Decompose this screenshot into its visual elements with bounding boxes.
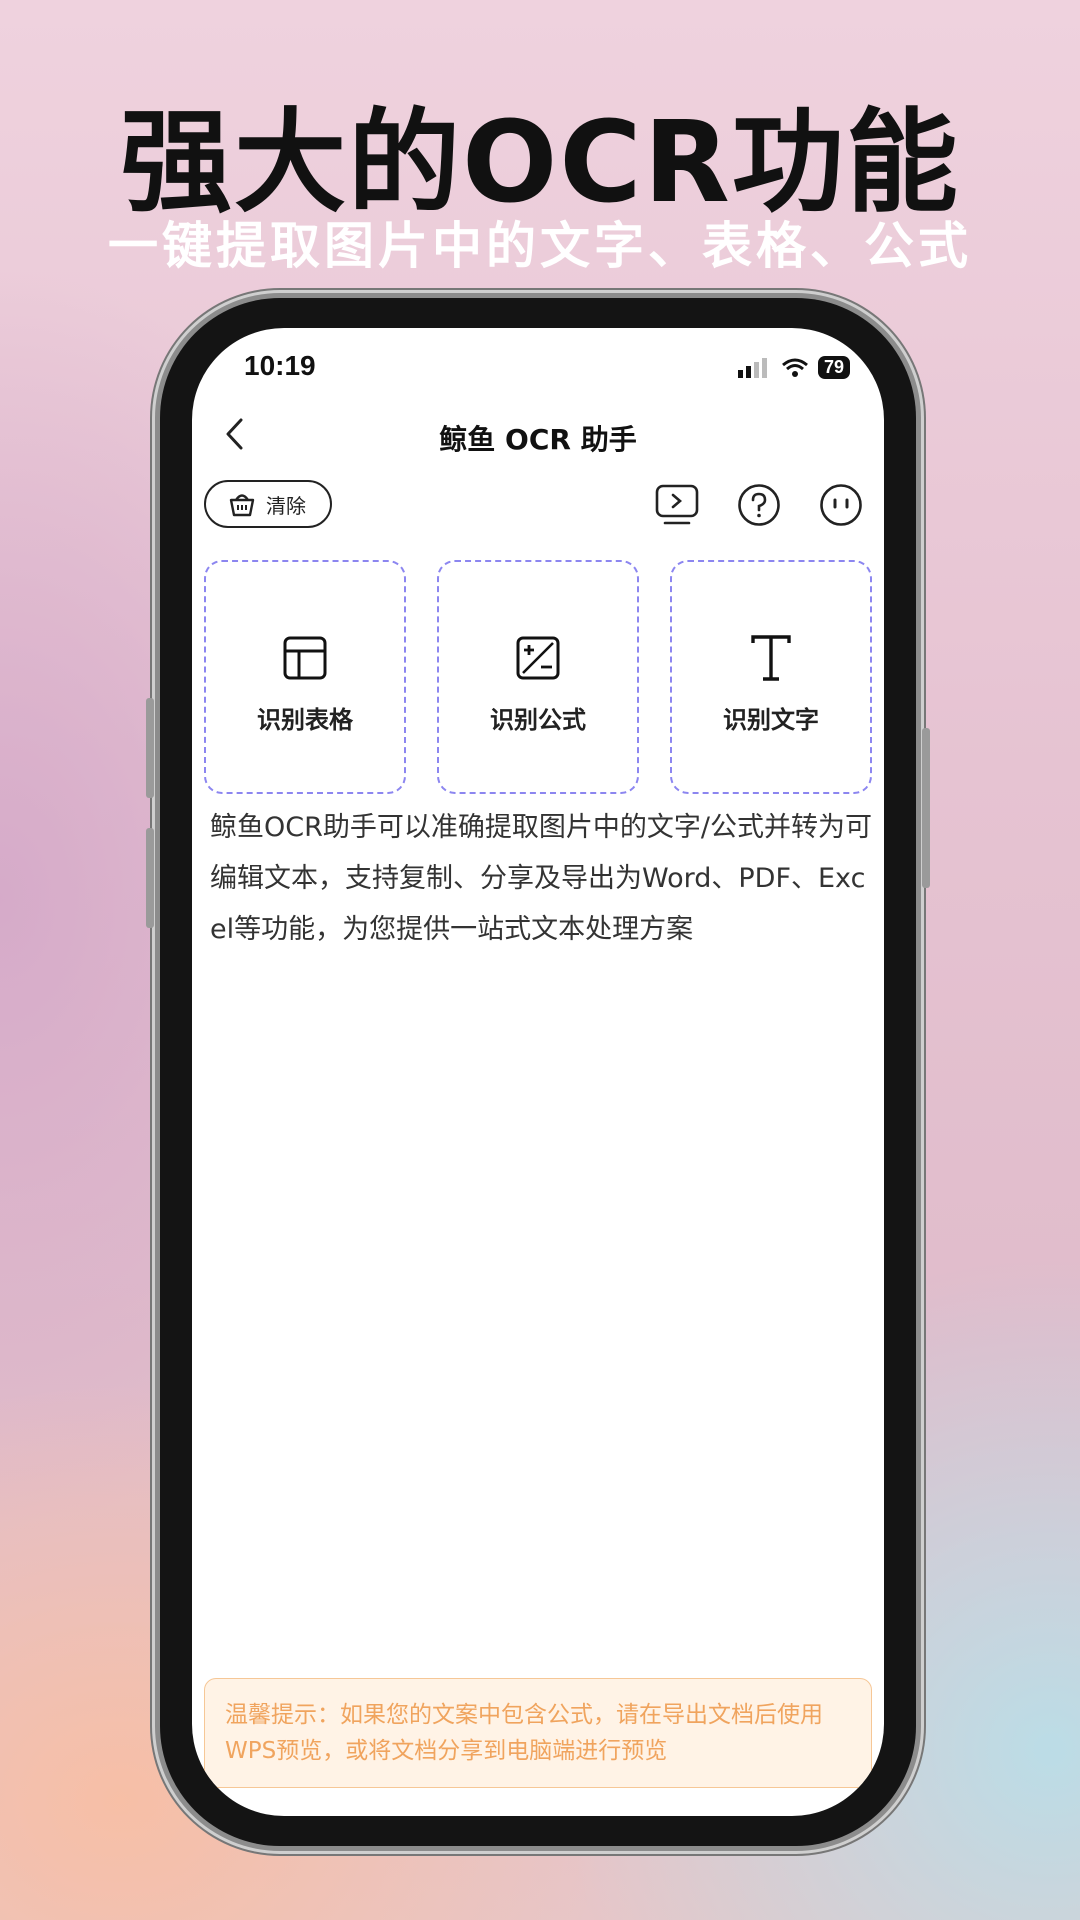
recognize-table-card[interactable]: 识别表格 [204, 560, 406, 794]
card-label: 识别表格 [257, 705, 353, 734]
promo-subline: 一键提取图片中的文字、表格、公式 [108, 217, 972, 275]
feedback-face-icon [820, 484, 862, 526]
app-screen: 10:19 79 鲸鱼 OCR 助手 清除 识别表格 识别公式 识别文字 鲸鱼O… [192, 328, 884, 1816]
cellular-signal-icon [737, 357, 767, 378]
text-icon [751, 634, 791, 681]
toolbar: 清除 [204, 480, 872, 532]
phone-side-button [146, 698, 154, 798]
phone-side-button [922, 728, 930, 888]
status-icons: 79 [737, 356, 850, 379]
status-bar: 10:19 79 [192, 350, 884, 390]
card-label: 识别文字 [723, 705, 819, 734]
wifi-icon [782, 358, 808, 377]
recognize-text-card[interactable]: 识别文字 [670, 560, 872, 794]
recognition-options: 识别表格 识别公式 识别文字 [204, 560, 872, 794]
recognize-formula-card[interactable]: 识别公式 [437, 560, 639, 794]
basket-icon [229, 494, 255, 517]
battery-level: 79 [817, 356, 850, 379]
page-title: 鲸鱼 OCR 助手 [439, 423, 637, 456]
app-description: 鲸鱼OCR助手可以准确提取图片中的文字/公式并转为可编辑文本，支持复制、分享及导… [210, 812, 872, 945]
clear-button[interactable]: 清除 [204, 480, 332, 528]
video-guide-button[interactable] [654, 482, 700, 528]
clear-button-label: 清除 [266, 493, 306, 518]
phone-frame: 10:19 79 鲸鱼 OCR 助手 清除 识别表格 识别公式 识别文字 鲸鱼O… [146, 298, 930, 1846]
card-label: 识别公式 [490, 705, 586, 734]
tip-banner: 温馨提示：如果您的文案中包含公式，请在导出文档后使用WPS预览，或将文档分享到电… [204, 1678, 872, 1788]
formula-icon [516, 636, 560, 679]
status-time: 10:19 [244, 350, 316, 381]
table-icon [283, 636, 327, 679]
nav-bar: 鲸鱼 OCR 助手 [192, 408, 884, 468]
phone-side-button [146, 828, 154, 928]
help-button[interactable] [736, 482, 782, 528]
help-icon [738, 484, 780, 526]
feedback-button[interactable] [818, 482, 864, 528]
video-guide-icon [655, 484, 699, 525]
